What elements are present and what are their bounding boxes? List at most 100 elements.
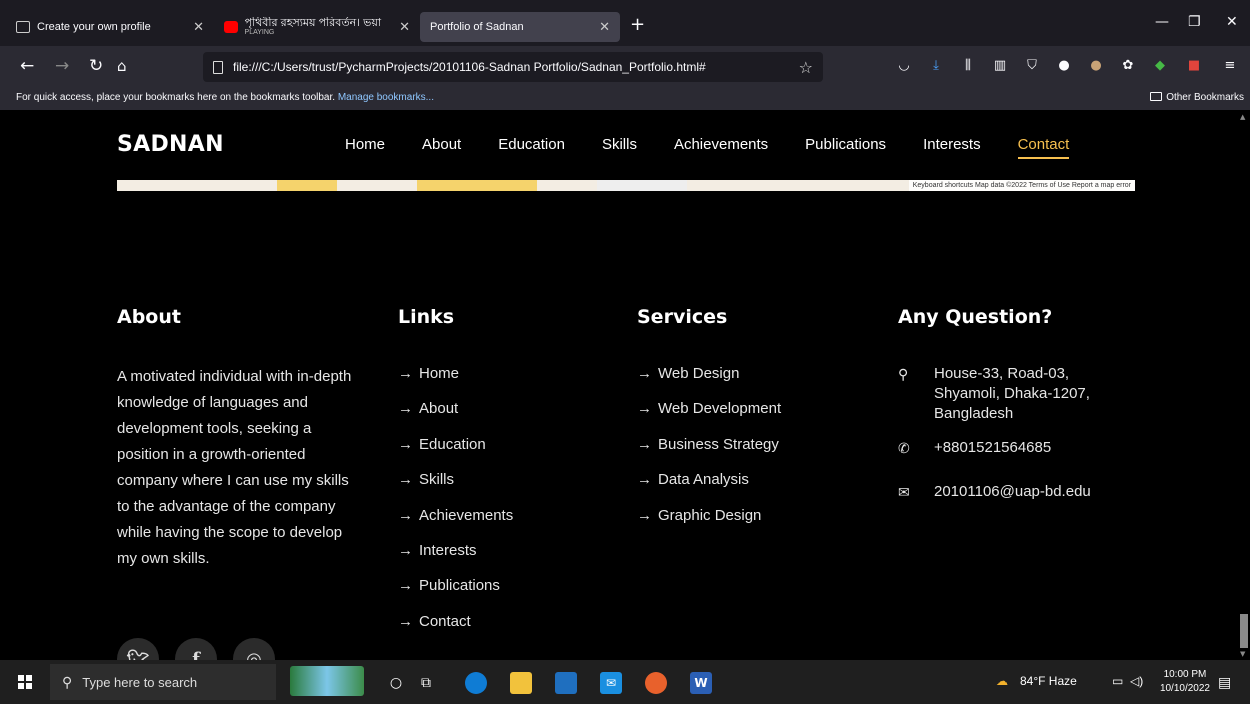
extension-icon-4[interactable]: ■ (1186, 58, 1202, 74)
youtube-icon (224, 21, 238, 33)
extension-icon[interactable]: ● (1088, 58, 1104, 74)
service-web-design[interactable]: → Web Design (637, 364, 781, 399)
cortana-icon[interactable]: ○ (385, 672, 407, 694)
pocket-icon[interactable]: ◡ (896, 58, 912, 74)
envelope-icon: ✉ (898, 484, 910, 500)
site-header: SADNAN Home About Education Skills Achie… (0, 110, 1238, 180)
main-menu: Home About Education Skills Achievements… (345, 136, 1106, 159)
other-bookmarks-button[interactable]: Other Bookmarks (1150, 88, 1244, 108)
contact-phone[interactable]: ✆ +8801521564685 (898, 438, 1114, 458)
manage-bookmarks-link[interactable]: Manage bookmarks... (338, 92, 434, 103)
download-icon[interactable]: ⤓ (928, 58, 944, 74)
back-arrow-icon[interactable]: ← (20, 56, 34, 76)
footer-link-home[interactable]: → Home (398, 364, 513, 399)
menu-education[interactable]: Education (498, 136, 565, 153)
minimize-icon[interactable]: — (1155, 14, 1169, 30)
service-label: Web Development (658, 400, 782, 418)
notification-icon[interactable]: ▤ (1218, 674, 1231, 691)
menu-about[interactable]: About (422, 136, 461, 153)
store-icon[interactable] (555, 672, 577, 694)
tab-youtube[interactable]: পৃথিবীর রহস্যময় পরিবর্তন। ভয়া PLAYING … (214, 12, 420, 42)
menu-contact[interactable]: Contact (1017, 136, 1069, 159)
globe-icon[interactable]: ● (1056, 58, 1072, 74)
footer-link-achievements[interactable]: → Achievements (398, 506, 513, 541)
search-highlight-image[interactable] (290, 666, 364, 696)
phone-text[interactable]: +8801521564685 (934, 438, 1114, 458)
contact-address: ⚲ House-33, Road-03, Shyamoli, Dhaka-120… (898, 364, 1114, 424)
service-graphic-design[interactable]: → Graphic Design (637, 506, 781, 541)
forward-arrow-icon[interactable]: → (55, 56, 69, 76)
arrow-right-icon: → (398, 471, 413, 489)
site-logo[interactable]: SADNAN (117, 132, 224, 157)
footer-link-contact[interactable]: → Contact (398, 612, 513, 647)
close-icon[interactable]: ✕ (399, 19, 410, 35)
browser-tab-bar: Create your own profile ✕ পৃথিবীর রহস্যম… (0, 0, 1250, 46)
arrow-right-icon: → (398, 435, 413, 453)
file-explorer-icon[interactable] (510, 672, 532, 694)
menu-skills[interactable]: Skills (602, 136, 637, 153)
email-text[interactable]: 20101106@uap-bd.edu (934, 482, 1114, 502)
new-tab-plus-icon[interactable]: + (630, 14, 645, 35)
network-icon[interactable]: ▭ (1112, 674, 1123, 688)
sidebar-icon[interactable]: ▥ (992, 58, 1008, 74)
volume-icon[interactable]: ◁) (1130, 674, 1143, 688)
url-text[interactable]: file:///C:/Users/trust/PycharmProjects/2… (233, 60, 706, 74)
footer-link-about[interactable]: → About (398, 399, 513, 434)
scrollbar-thumb[interactable] (1240, 614, 1248, 648)
tab-create-profile[interactable]: Create your own profile ✕ (6, 12, 214, 42)
service-web-development[interactable]: → Web Development (637, 399, 781, 434)
taskbar-search[interactable]: ⚲ Type here to search (50, 664, 276, 700)
tab-title: Portfolio of Sadnan (430, 21, 524, 33)
restore-icon[interactable]: ❐ (1188, 14, 1201, 30)
links-heading: Links (398, 306, 455, 328)
bookmarks-hint: For quick access, place your bookmarks h… (16, 92, 336, 103)
firefox-icon[interactable] (645, 672, 667, 694)
page-scrollbar[interactable]: ▲ ▼ (1238, 110, 1250, 660)
url-bar[interactable]: file:///C:/Users/trust/PycharmProjects/2… (203, 52, 823, 82)
tab-portfolio[interactable]: Portfolio of Sadnan ✕ (420, 12, 620, 42)
twitter-icon[interactable]: 🐦︎ (117, 638, 159, 660)
tab-title: Create your own profile (37, 21, 151, 33)
menu-home[interactable]: Home (345, 136, 385, 153)
windows-start-icon[interactable] (18, 675, 32, 689)
instagram-icon[interactable]: ◎ (233, 638, 275, 660)
extension-icon-3[interactable]: ◆ (1152, 58, 1168, 74)
weather-text[interactable]: 84°F Haze (1020, 674, 1077, 688)
bookmark-star-icon[interactable]: ☆ (799, 58, 813, 77)
tab-playing-label: PLAYING (244, 29, 275, 36)
footer-link-skills[interactable]: → Skills (398, 470, 513, 505)
map-attribution[interactable]: Keyboard shortcuts Map data ©2022 Terms … (908, 180, 1135, 191)
task-view-icon[interactable]: ⧉ (415, 672, 437, 694)
close-icon[interactable]: ✕ (599, 19, 610, 35)
menu-hamburger-icon[interactable]: ≡ (1222, 58, 1238, 74)
reload-icon[interactable]: ↻ (89, 56, 103, 76)
menu-interests[interactable]: Interests (923, 136, 981, 153)
edge-icon[interactable] (465, 672, 487, 694)
window-close-icon[interactable]: ✕ (1226, 14, 1238, 30)
home-icon[interactable]: ⌂ (117, 57, 127, 75)
mail-icon[interactable]: ✉ (600, 672, 622, 694)
contact-email[interactable]: ✉ 20101106@uap-bd.edu (898, 482, 1114, 502)
footer-contact: Any Question? ⚲ House-33, Road-03, Shyam… (898, 306, 1114, 502)
library-icon[interactable]: ⫼ (960, 58, 976, 74)
arrow-right-icon: → (398, 577, 413, 595)
scroll-down-icon[interactable]: ▼ (1240, 650, 1245, 658)
taskbar-clock[interactable]: 10:00 PM 10/10/2022 (1160, 668, 1210, 696)
close-icon[interactable]: ✕ (193, 19, 204, 35)
scroll-up-icon[interactable]: ▲ (1240, 113, 1245, 121)
facebook-icon[interactable]: f (175, 638, 217, 660)
footer-about: About A motivated individual with in-dep… (117, 306, 357, 572)
shield-icon[interactable]: ⛉ (1024, 58, 1040, 74)
browser-nav-bar: ← → ↻ ⌂ file:///C:/Users/trust/PycharmPr… (0, 46, 1250, 88)
google-map[interactable]: Keyboard shortcuts Map data ©2022 Terms … (117, 180, 1135, 191)
footer-link-interests[interactable]: → Interests (398, 541, 513, 576)
footer-link-education[interactable]: → Education (398, 435, 513, 470)
service-business-strategy[interactable]: → Business Strategy (637, 435, 781, 470)
footer-link-publications[interactable]: → Publications (398, 576, 513, 611)
extension-icon-2[interactable]: ✿ (1120, 58, 1136, 74)
about-text: A motivated individual with in-depth kno… (117, 368, 352, 567)
menu-achievements[interactable]: Achievements (674, 136, 768, 153)
service-data-analysis[interactable]: → Data Analysis (637, 470, 781, 505)
word-icon[interactable]: W (690, 672, 712, 694)
menu-publications[interactable]: Publications (805, 136, 886, 153)
